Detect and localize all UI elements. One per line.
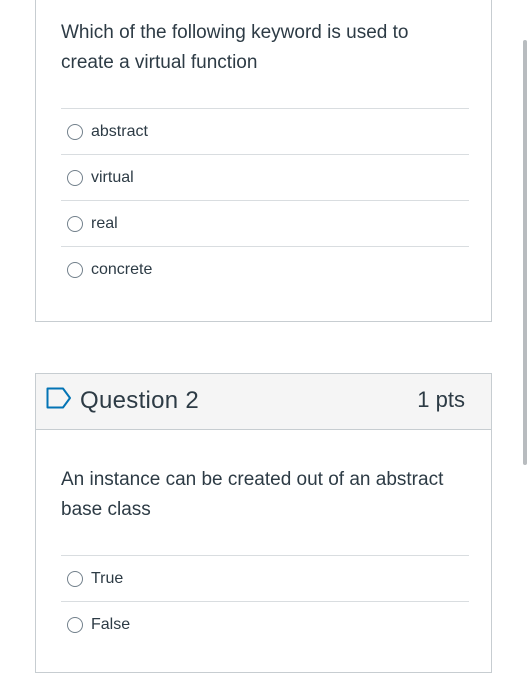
answer-option[interactable]: abstract (61, 108, 469, 154)
question-points: 1 pts (417, 387, 465, 412)
radio-unchecked-icon[interactable] (67, 123, 83, 140)
answer-option[interactable]: True (61, 555, 469, 601)
answer-option[interactable]: concrete (61, 246, 469, 292)
quiz-page: Which of the following keyword is used t… (0, 0, 529, 700)
answer-label[interactable]: real (91, 215, 118, 233)
radio-unchecked-icon[interactable] (67, 169, 83, 186)
answer-label[interactable]: virtual (91, 169, 134, 187)
answer-label[interactable]: True (91, 570, 123, 588)
scrollbar[interactable] (523, 40, 527, 465)
question-2-answers: True False (61, 555, 469, 647)
question-1-card: Which of the following keyword is used t… (35, 0, 492, 322)
question-2-card: Question 2 1 pts An instance can be crea… (35, 373, 492, 673)
radio-unchecked-icon[interactable] (67, 215, 83, 232)
question-1-text: Which of the following keyword is used t… (61, 22, 409, 73)
question-2-header: Question 2 1 pts (36, 374, 491, 430)
question-1-answers: abstract virtual real concrete (61, 108, 469, 292)
answer-option[interactable]: real (61, 200, 469, 246)
bookmark-flag-icon[interactable] (46, 387, 72, 409)
radio-unchecked-icon[interactable] (67, 616, 83, 633)
answer-option[interactable]: False (61, 601, 469, 647)
answer-label[interactable]: False (91, 616, 130, 634)
answer-label[interactable]: abstract (91, 123, 148, 141)
question-2-text: An instance can be created out of an abs… (61, 469, 444, 520)
radio-unchecked-icon[interactable] (67, 570, 83, 587)
question-title: Question 2 (80, 387, 200, 414)
answer-label[interactable]: concrete (91, 261, 152, 279)
radio-unchecked-icon[interactable] (67, 261, 83, 278)
answer-option[interactable]: virtual (61, 154, 469, 200)
